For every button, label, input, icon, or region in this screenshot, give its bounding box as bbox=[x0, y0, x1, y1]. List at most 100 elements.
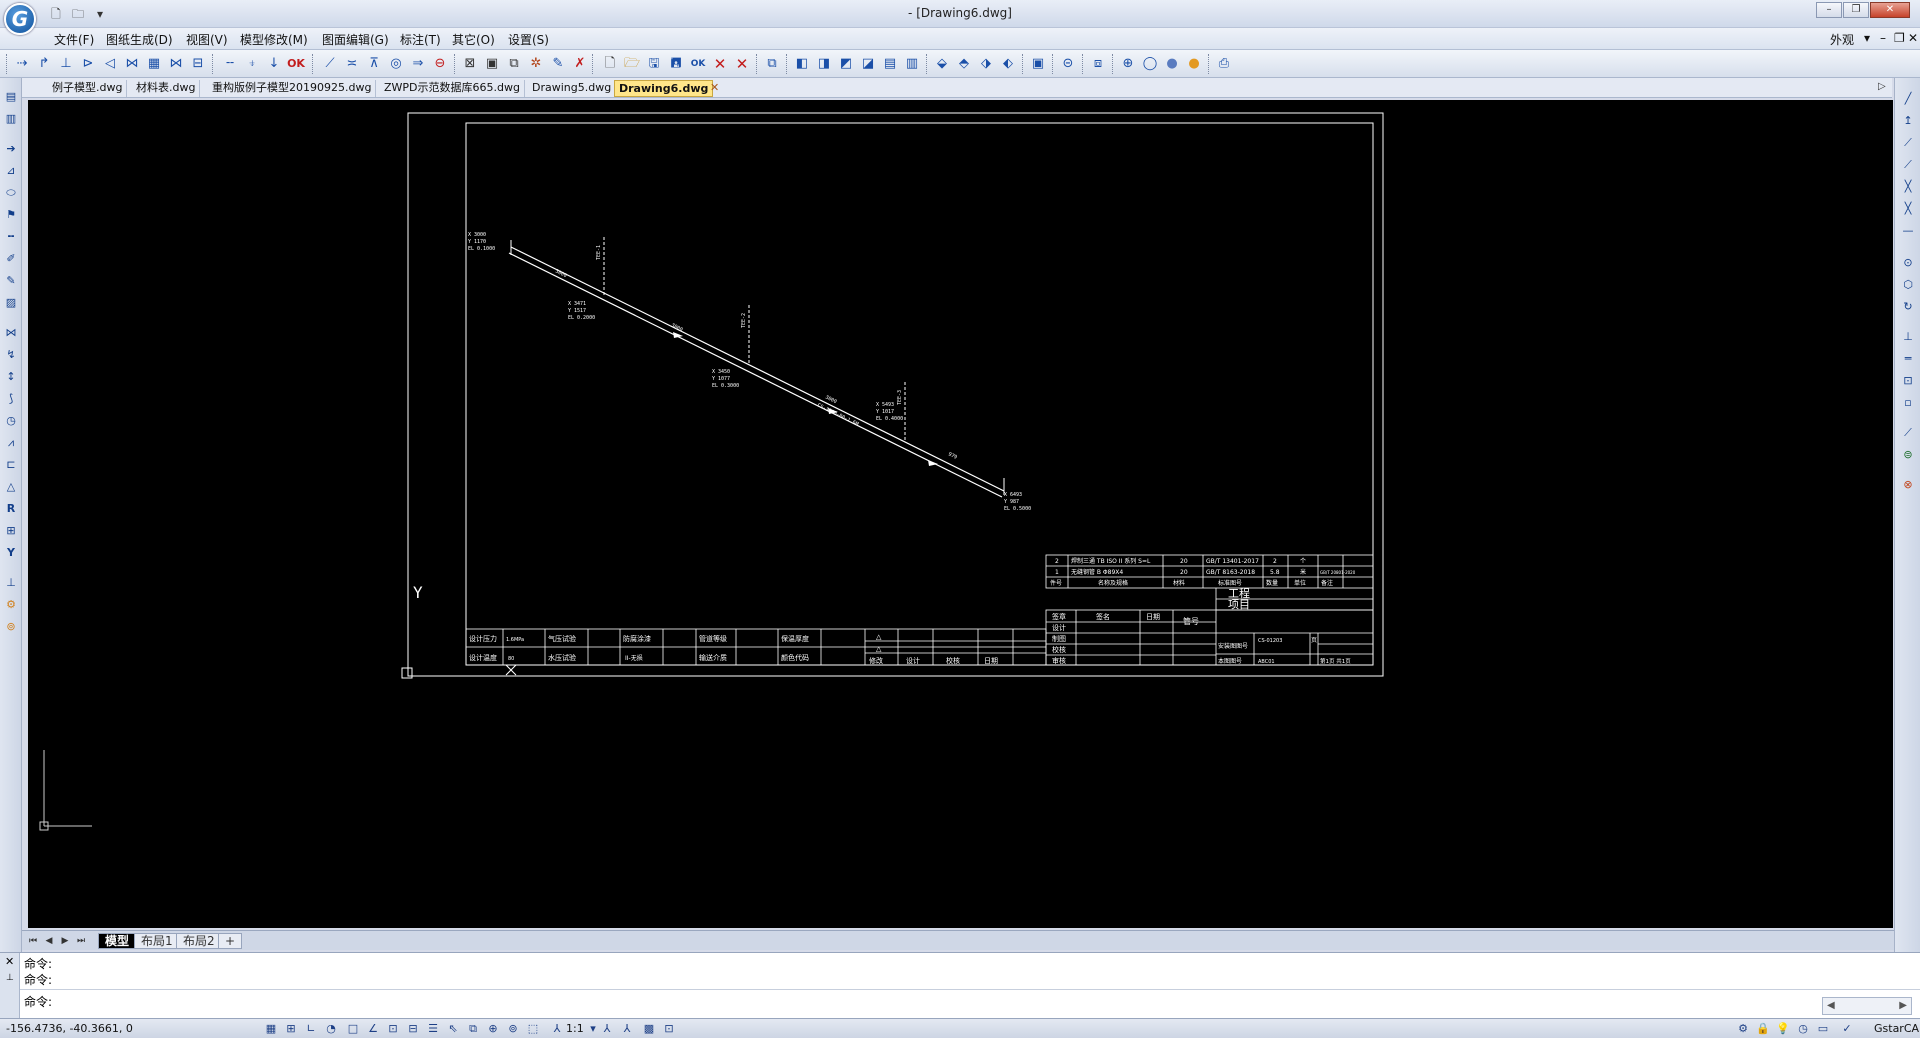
rtool-parallel-icon[interactable]: ═ bbox=[1899, 350, 1917, 368]
rtool-intersect-icon[interactable]: ╳ bbox=[1899, 200, 1917, 218]
iso-sw-icon[interactable]: ⬙ bbox=[932, 54, 952, 74]
command-input[interactable]: 命令: bbox=[24, 993, 52, 1010]
view-bottom-icon[interactable]: ▥ bbox=[902, 54, 922, 74]
polyline-icon[interactable]: ⟋ bbox=[320, 54, 340, 74]
ok-check-icon[interactable]: OK bbox=[286, 54, 306, 74]
iso-nw-icon[interactable]: ⬖ bbox=[998, 54, 1018, 74]
hardware-accel-icon[interactable]: ▩ bbox=[640, 1021, 658, 1037]
layout-last-icon[interactable]: ⏭ bbox=[74, 934, 88, 948]
print-icon[interactable]: ⎙ bbox=[1214, 54, 1234, 74]
layout-next-icon[interactable]: ▶ bbox=[58, 934, 72, 948]
menu-model-modify[interactable]: 模型修改(M) bbox=[240, 31, 308, 48]
camera-icon[interactable]: ▣ bbox=[1028, 54, 1048, 74]
annotation-scale-icon[interactable]: ⅄ bbox=[548, 1021, 566, 1037]
model-space-icon[interactable]: ⬚ bbox=[524, 1021, 542, 1037]
tool-ellipse-icon[interactable]: ⬭ bbox=[2, 184, 20, 202]
view-right-icon[interactable]: ◪ bbox=[858, 54, 878, 74]
close-button[interactable]: ✕ bbox=[1870, 2, 1910, 18]
save-as-icon[interactable]: 🖪 bbox=[666, 54, 686, 74]
dyn-input-icon[interactable]: ⊟ bbox=[404, 1021, 422, 1037]
file-tab-zwpd-db[interactable]: ZWPD示范数据库665.dwg bbox=[380, 80, 525, 97]
support-icon[interactable]: ⍖ bbox=[242, 54, 262, 74]
rtool-center-icon[interactable]: ⊙ bbox=[1899, 254, 1917, 272]
tool-flag-icon[interactable]: ⚑ bbox=[2, 206, 20, 224]
menu-drawing-generate[interactable]: 图纸生成(D) bbox=[106, 31, 173, 48]
appearance-dropdown-icon[interactable]: ▾ bbox=[1864, 31, 1870, 45]
rtool-cross-icon[interactable]: ╳ bbox=[1899, 178, 1917, 196]
tool-dash-icon[interactable]: ╍ bbox=[2, 228, 20, 246]
reducer-icon[interactable]: ⊳ bbox=[78, 54, 98, 74]
command-close-icon[interactable]: ✕ bbox=[5, 955, 14, 968]
tool-triangle-icon[interactable]: △ bbox=[2, 478, 20, 496]
tool-spring-icon[interactable]: ⟆ bbox=[2, 390, 20, 408]
iso-ne-icon[interactable]: ⬗ bbox=[976, 54, 996, 74]
render-icon[interactable]: ● bbox=[1184, 54, 1204, 74]
annotation-scale[interactable]: 1:1 bbox=[566, 1022, 584, 1035]
doc-minimize-icon[interactable]: – bbox=[1880, 31, 1886, 45]
status-settings-icon[interactable]: ⚙ bbox=[1734, 1021, 1752, 1037]
tool-circle-icon[interactable]: ⊚ bbox=[2, 618, 20, 636]
check-valve-icon[interactable]: ⋈ bbox=[166, 54, 186, 74]
restore-button[interactable]: ❐ bbox=[1843, 2, 1869, 18]
clean-screen-icon[interactable]: ⊡ bbox=[660, 1021, 678, 1037]
menu-settings[interactable]: 设置(S) bbox=[508, 31, 549, 48]
doc-restore-icon[interactable]: ❐ bbox=[1894, 31, 1905, 45]
command-pin-icon[interactable]: ⊥ bbox=[6, 973, 14, 983]
layout-tab-model[interactable]: 模型 bbox=[98, 933, 137, 949]
grid-display-icon[interactable]: ⊞ bbox=[282, 1021, 300, 1037]
file-tab-material-list[interactable]: 材料表.dwg bbox=[132, 80, 201, 97]
tool-valve-icon[interactable]: ⋈ bbox=[2, 324, 20, 342]
back-view-icon[interactable]: ⊝ bbox=[1058, 54, 1078, 74]
flow-arrow-icon[interactable]: ⇒ bbox=[408, 54, 428, 74]
layer-icon[interactable]: ⧉ bbox=[504, 54, 524, 74]
tool-y-icon[interactable]: Y bbox=[2, 544, 20, 562]
delete-icon[interactable]: ✕ bbox=[710, 54, 730, 74]
tool-slope-icon[interactable]: ⊿ bbox=[2, 162, 20, 180]
valve-icon[interactable]: ⋈ bbox=[122, 54, 142, 74]
layout-tab-layout2[interactable]: 布局2 bbox=[176, 933, 222, 949]
view-top-icon[interactable]: ▤ bbox=[880, 54, 900, 74]
insert-line-icon[interactable]: ╌ bbox=[220, 54, 240, 74]
rtool-divider-icon[interactable]: — bbox=[1899, 222, 1917, 240]
ortho-icon[interactable]: ∟ bbox=[302, 1021, 320, 1037]
tool-hatch-icon[interactable]: ▨ bbox=[2, 294, 20, 312]
tool-bracket-icon[interactable]: ⊏ bbox=[2, 456, 20, 474]
menu-appearance[interactable]: 外观 bbox=[1830, 31, 1854, 48]
status-notify-icon[interactable]: ◷ bbox=[1794, 1021, 1812, 1037]
tab-close-icon[interactable]: ✕ bbox=[710, 81, 719, 94]
command-scrollbar[interactable]: ◀ ▶ bbox=[1822, 997, 1912, 1015]
tool-radius-icon[interactable]: R bbox=[2, 500, 20, 518]
compass-icon[interactable]: ◎ bbox=[386, 54, 406, 74]
tool-brush-icon[interactable]: ✐ bbox=[2, 250, 20, 268]
status-fullscreen-icon[interactable]: ▭ bbox=[1814, 1021, 1832, 1037]
ducs-icon[interactable]: ⊡ bbox=[384, 1021, 402, 1037]
drawing-canvas[interactable]: Y X 3000 Y 1170 EL 0.1000 3000 X 3471 Y … bbox=[28, 100, 1893, 928]
layout-add-button[interactable]: + bbox=[218, 933, 243, 949]
stop-icon[interactable]: ⊖ bbox=[430, 54, 450, 74]
file-tab-drawing5[interactable]: Drawing5.dwg bbox=[528, 80, 617, 97]
gstarcad-logo[interactable]: G bbox=[4, 3, 36, 35]
selection-cycle-icon[interactable]: ⧉ bbox=[464, 1021, 482, 1037]
annotation-visibility-icon[interactable]: ⅄ bbox=[598, 1021, 616, 1037]
layout-prev-icon[interactable]: ◀ bbox=[42, 934, 56, 948]
explode-icon[interactable]: ✲ bbox=[526, 54, 546, 74]
file-tab-drawing6[interactable]: Drawing6.dwg bbox=[614, 80, 714, 97]
view-front-icon[interactable]: ◧ bbox=[792, 54, 812, 74]
rtool-snap-icon[interactable]: ⟋ bbox=[1899, 424, 1917, 442]
dimension-icon[interactable]: ⊼ bbox=[364, 54, 384, 74]
tool-paint-icon[interactable]: ✎ bbox=[2, 272, 20, 290]
erase-icon[interactable]: ✗ bbox=[570, 54, 590, 74]
iso-se-icon[interactable]: ⬘ bbox=[954, 54, 974, 74]
otrack-icon[interactable]: ∠ bbox=[364, 1021, 382, 1037]
rtool-magnet-icon[interactable]: ⊗ bbox=[1899, 476, 1917, 494]
match-prop-icon[interactable]: ✎ bbox=[548, 54, 568, 74]
tab-scroll-right-icon[interactable]: ▷ bbox=[1878, 81, 1886, 92]
menu-file[interactable]: 文件(F) bbox=[54, 31, 94, 48]
tool-graph-icon[interactable]: ⩘ bbox=[2, 434, 20, 452]
rtool-line-icon[interactable]: ╱ bbox=[1899, 90, 1917, 108]
layout-tab-layout1[interactable]: 布局1 bbox=[134, 933, 180, 949]
minimize-button[interactable]: – bbox=[1816, 2, 1842, 18]
rtool-rotate-icon[interactable]: ↻ bbox=[1899, 298, 1917, 316]
auto-scale-icon[interactable]: ⅄ bbox=[618, 1021, 636, 1037]
view-back-icon[interactable]: ◨ bbox=[814, 54, 834, 74]
